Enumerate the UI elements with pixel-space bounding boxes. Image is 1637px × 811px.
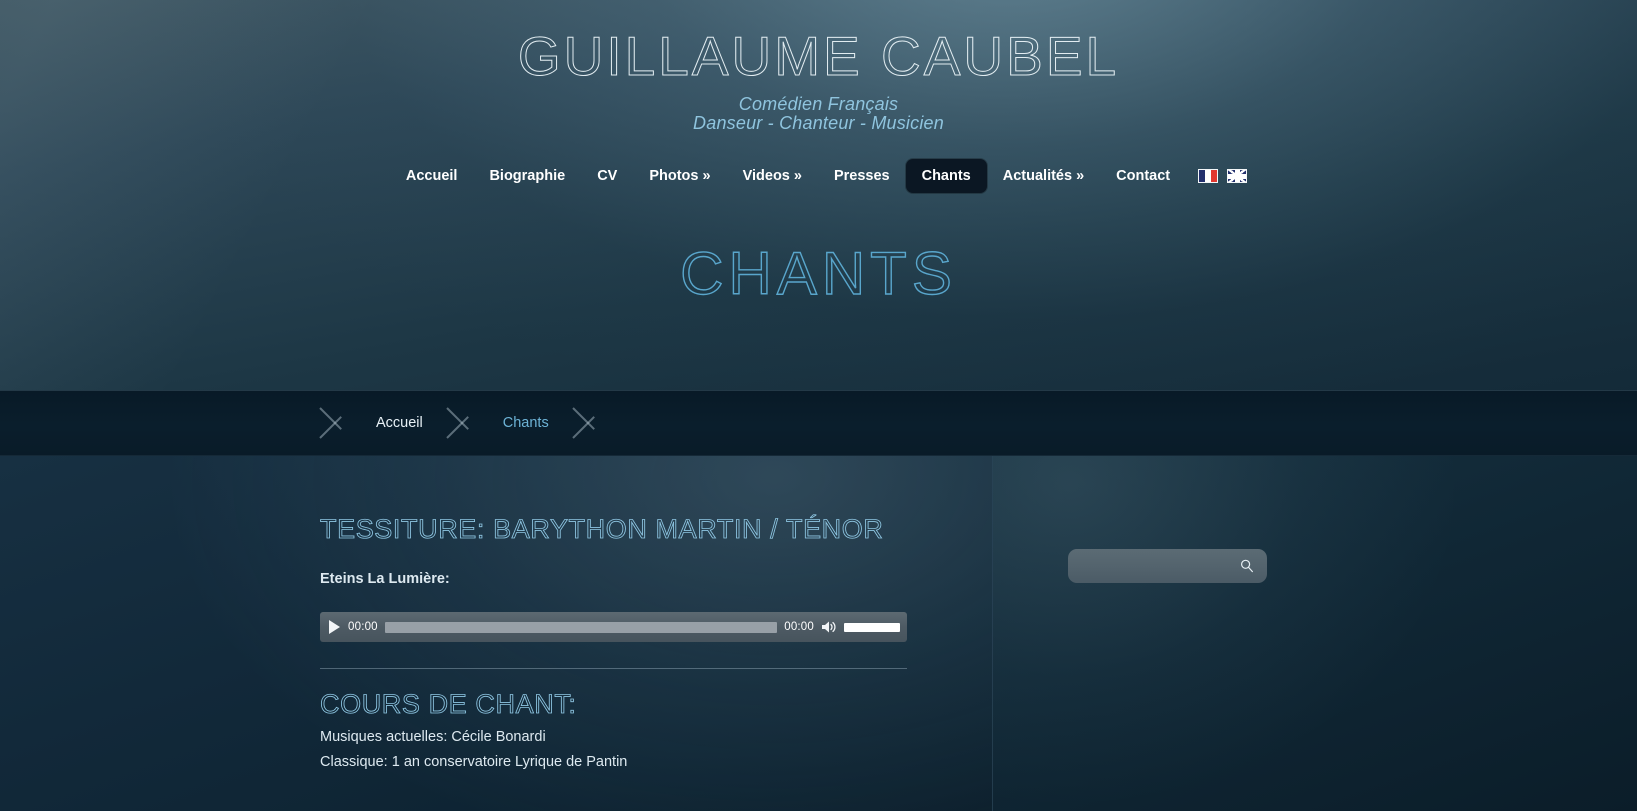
sidebar-column — [993, 456, 1637, 811]
audio-player[interactable]: 00:00 00:00 — [320, 612, 907, 642]
tagline-line-2: Danseur - Chanteur - Musicien — [693, 112, 944, 133]
flag-uk-icon[interactable] — [1227, 169, 1248, 184]
language-switcher — [1198, 169, 1248, 184]
track-label: Eteins La Lumière: — [320, 571, 450, 587]
site-title: GUILLAUME CAUBEL — [517, 25, 1120, 87]
page-root: GUILLAUME CAUBEL Comédien Français Danse… — [0, 0, 1637, 811]
nav-item-presses[interactable]: Presses — [818, 159, 906, 193]
section-divider — [320, 668, 907, 669]
breadcrumb-bar: Accueil Chants — [0, 390, 1637, 456]
page-title: CHANTS — [679, 240, 957, 308]
nav-item-cv[interactable]: CV — [581, 159, 633, 193]
nav-item-actualites[interactable]: Actualités » — [987, 159, 1100, 193]
main-content: TESSITURE: BARYTHON MARTIN / TÉNOR Etein… — [0, 456, 992, 770]
duration-time: 00:00 — [784, 621, 814, 633]
seek-slider[interactable] — [384, 621, 778, 633]
heading-tessiture: TESSITURE: BARYTHON MARTIN / TÉNOR — [320, 514, 884, 545]
breadcrumb-chevron-icon — [571, 391, 601, 455]
cours-line-2: Classique: 1 an conservatoire Lyrique de… — [320, 754, 628, 770]
main-content-column: TESSITURE: BARYTHON MARTIN / TÉNOR Etein… — [0, 456, 993, 811]
main-navigation: Accueil Biographie CV Photos » Videos » … — [0, 159, 1637, 194]
play-icon[interactable] — [327, 620, 341, 634]
breadcrumb-item-accueil[interactable]: Accueil — [348, 391, 445, 455]
flag-fr-icon[interactable] — [1198, 169, 1219, 184]
current-time: 00:00 — [348, 621, 378, 633]
nav-item-photos[interactable]: Photos » — [633, 159, 726, 193]
heading-cours-de-chant: COURS DE CHANT: — [320, 689, 577, 720]
breadcrumb-chevron-icon — [445, 391, 475, 455]
search-widget — [1068, 549, 1267, 583]
search-input[interactable] — [1068, 549, 1267, 583]
tagline-line-1: Comédien Français — [738, 93, 899, 114]
nav-item-accueil[interactable]: Accueil — [390, 159, 474, 193]
cours-line-1: Musiques actuelles: Cécile Bonardi — [320, 729, 546, 745]
breadcrumb-item-chants[interactable]: Chants — [475, 391, 571, 455]
nav-item-videos[interactable]: Videos » — [727, 159, 818, 193]
site-tagline: Comédien Français Danseur - Chanteur - M… — [0, 93, 1637, 134]
site-header: GUILLAUME CAUBEL Comédien Français Danse… — [0, 0, 1637, 390]
nav-item-biographie[interactable]: Biographie — [473, 159, 581, 193]
speaker-icon[interactable] — [821, 619, 837, 635]
body-area: TESSITURE: BARYTHON MARTIN / TÉNOR Etein… — [0, 456, 1637, 811]
volume-slider[interactable] — [844, 622, 900, 632]
nav-item-contact[interactable]: Contact — [1100, 159, 1186, 193]
breadcrumb-chevron-icon — [318, 391, 348, 455]
nav-item-chants[interactable]: Chants — [905, 159, 987, 194]
breadcrumb: Accueil Chants — [318, 391, 601, 455]
